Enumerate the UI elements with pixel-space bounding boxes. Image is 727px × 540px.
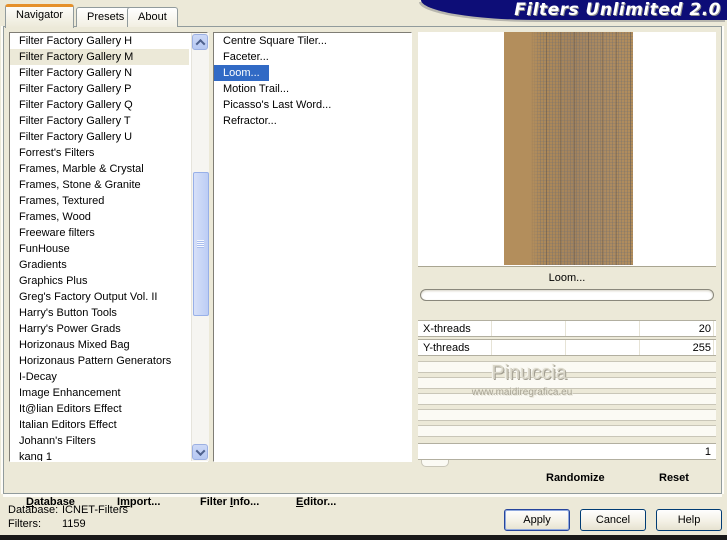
editor-button-label-rest: ditor... bbox=[303, 496, 337, 508]
filter-list-item[interactable]: Centre Square Tiler... bbox=[214, 33, 411, 49]
slider-x-threads-value: 20 bbox=[698, 322, 711, 335]
category-list-item[interactable]: Johann's Filters bbox=[10, 433, 189, 449]
category-list-item[interactable]: Italian Editors Effect bbox=[10, 417, 189, 433]
chevron-up-icon bbox=[195, 38, 205, 49]
scrollbar-thumb[interactable] bbox=[193, 172, 209, 316]
randomize-button[interactable]: Randomize bbox=[546, 472, 605, 484]
filter-list-item[interactable]: Faceter... bbox=[214, 49, 411, 65]
navigator-page: Filter Factory Gallery H Filter Factory G… bbox=[3, 26, 722, 508]
filter-name-band: Loom... bbox=[418, 266, 716, 288]
scroll-up-button[interactable] bbox=[192, 34, 208, 50]
category-list-item[interactable]: Frames, Stone & Granite bbox=[10, 177, 189, 193]
slider-x-threads-label: X-threads bbox=[423, 322, 471, 335]
category-list-item[interactable]: Horizonaus Pattern Generators bbox=[10, 353, 189, 369]
category-list-item[interactable]: Filter Factory Gallery N bbox=[10, 65, 189, 81]
tab-presets-label: Presets bbox=[87, 11, 125, 23]
tab-navigator-label: Navigator bbox=[16, 9, 64, 21]
tab-about-label: About bbox=[138, 11, 167, 23]
watermark-name: Pinuccia bbox=[491, 362, 567, 384]
scroll-down-button[interactable] bbox=[192, 444, 208, 460]
category-list-item[interactable]: kang 1 bbox=[10, 449, 189, 461]
database-mnemonic: D bbox=[26, 496, 34, 508]
help-button[interactable]: Help bbox=[656, 509, 722, 531]
category-list-item[interactable]: FunHouse bbox=[10, 241, 189, 257]
slider-extra-value: 1 bbox=[704, 445, 711, 458]
category-list-item[interactable]: Frames, Textured bbox=[10, 193, 189, 209]
category-list-item[interactable]: I-Decay bbox=[10, 369, 189, 385]
preview-area bbox=[418, 32, 716, 266]
filter-info-button[interactable]: Filter Info... bbox=[200, 496, 259, 508]
category-list-item[interactable]: Frames, Marble & Crystal bbox=[10, 161, 189, 177]
chevron-down-icon bbox=[195, 445, 205, 456]
tab-about[interactable]: About bbox=[127, 7, 178, 27]
category-list-scrollbar[interactable] bbox=[191, 33, 209, 461]
filter-info-button-label-rest: nfo... bbox=[233, 496, 260, 508]
category-list-item[interactable]: It@lian Editors Effect bbox=[10, 401, 189, 417]
filter-list-item[interactable]: Picasso's Last Word... bbox=[214, 97, 411, 113]
category-list-item[interactable]: Image Enhancement bbox=[10, 385, 189, 401]
tab-navigator[interactable]: Navigator bbox=[5, 4, 75, 28]
category-list-item[interactable]: Greg's Factory Output Vol. II bbox=[10, 289, 189, 305]
category-list-item[interactable]: Frames, Wood bbox=[10, 209, 189, 225]
progress-bar bbox=[420, 289, 714, 301]
category-list-item[interactable]: Filter Factory Gallery Q bbox=[10, 97, 189, 113]
category-list-item[interactable]: Filter Factory Gallery P bbox=[10, 81, 189, 97]
category-list-item[interactable]: Filter Factory Gallery M bbox=[10, 49, 189, 65]
slider-y-threads-value: 255 bbox=[692, 341, 711, 354]
status-row: Filters: 1159 bbox=[8, 517, 128, 531]
category-list-item[interactable]: Filter Factory Gallery H bbox=[10, 33, 189, 49]
import-button-label-rest: port... bbox=[129, 496, 161, 508]
category-list-item[interactable]: Filter Factory Gallery U bbox=[10, 129, 189, 145]
category-list[interactable]: Filter Factory Gallery H Filter Factory G… bbox=[9, 32, 208, 462]
apply-button[interactable]: Apply bbox=[504, 509, 570, 531]
reset-button[interactable]: Reset bbox=[659, 472, 689, 484]
database-button-label-rest: atabase bbox=[33, 496, 75, 508]
category-list-item[interactable]: Horizonaus Mixed Bag bbox=[10, 337, 189, 353]
filter-info-button-label: Filter bbox=[200, 496, 230, 508]
category-list-item[interactable]: Graphics Plus bbox=[10, 273, 189, 289]
slider-extra[interactable]: 1 bbox=[418, 443, 716, 460]
slider-y-threads[interactable]: Y-threads 255 bbox=[418, 339, 716, 356]
category-list-item[interactable]: Freeware filters bbox=[10, 225, 189, 241]
category-list-item[interactable]: Gradients bbox=[10, 257, 189, 273]
filter-list-item[interactable]: Refractor... bbox=[214, 113, 411, 129]
status-value: 1159 bbox=[62, 518, 86, 530]
bottom-edge bbox=[0, 535, 727, 540]
filter-list[interactable]: Centre Square Tiler... Faceter... Loom... M… bbox=[213, 32, 412, 462]
slider-y-threads-label: Y-threads bbox=[423, 341, 470, 354]
filter-list-item[interactable]: Loom... bbox=[214, 65, 269, 81]
category-list-item[interactable]: Harry's Power Grads bbox=[10, 321, 189, 337]
category-list-item[interactable]: Forrest's Filters bbox=[10, 145, 189, 161]
filter-list-item[interactable]: Motion Trail... bbox=[214, 81, 411, 97]
empty-slider-row bbox=[418, 425, 716, 437]
slider-x-threads[interactable]: X-threads 20 bbox=[418, 320, 716, 337]
cancel-button[interactable]: Cancel bbox=[580, 509, 646, 531]
import-button[interactable]: Import... bbox=[117, 496, 160, 508]
current-filter-name: Loom... bbox=[548, 271, 586, 284]
title-banner: Filters Unlimited 2.0 bbox=[421, 0, 727, 20]
slider-notch bbox=[421, 460, 449, 467]
empty-slider-row bbox=[418, 409, 716, 421]
import-mnemonic: m bbox=[120, 496, 130, 508]
preview-image bbox=[504, 32, 633, 265]
category-list-item[interactable]: Harry's Button Tools bbox=[10, 305, 189, 321]
editor-button[interactable]: Editor... bbox=[296, 496, 336, 508]
category-list-item[interactable]: Filter Factory Gallery T bbox=[10, 113, 189, 129]
watermark-url: www.maidiregrafica.eu bbox=[471, 387, 573, 398]
window-title: Filters Unlimited 2.0 bbox=[514, 0, 721, 20]
database-button[interactable]: Database bbox=[26, 496, 75, 508]
status-label: Filters: bbox=[8, 518, 41, 530]
